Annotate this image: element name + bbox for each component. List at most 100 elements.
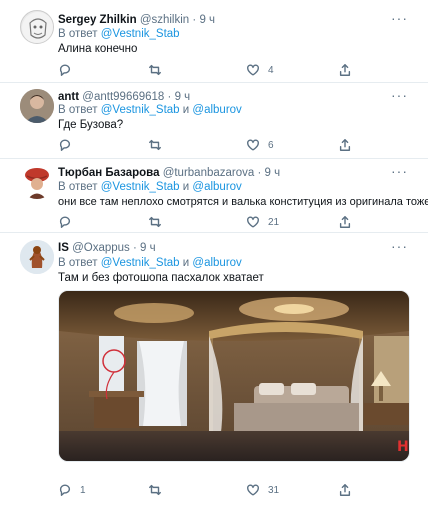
user-handle[interactable]: @antt99669618 xyxy=(82,91,164,103)
avatar[interactable] xyxy=(20,165,54,199)
timestamp[interactable]: 9 ч xyxy=(175,91,191,103)
like-count: 6 xyxy=(268,139,274,151)
tweet[interactable]: IS @Oxappus · 9 ч ··· В ответ @Vestnik_S… xyxy=(0,233,428,507)
share-icon xyxy=(339,484,351,496)
user-handle[interactable]: @szhilkin xyxy=(140,14,189,26)
reply-prefix: В ответ xyxy=(58,104,98,116)
share-button[interactable] xyxy=(338,137,352,153)
reply-button[interactable]: 1 xyxy=(58,482,86,498)
tweet-header: Тюрбан Базарова @turbanbazarova · 9 ч xyxy=(58,167,280,179)
avatar-image xyxy=(20,240,54,274)
separator-dot: · xyxy=(192,14,197,26)
tweet-actions: 21 xyxy=(58,214,358,230)
tweet-actions: 6 xyxy=(58,137,358,153)
display-name[interactable]: Тюрбан Базарова xyxy=(58,167,159,179)
tweet[interactable]: Sergey Zhilkin @szhilkin · 9 ч ··· В отв… xyxy=(0,0,428,83)
share-button[interactable] xyxy=(338,482,352,498)
user-handle[interactable]: @Oxappus xyxy=(72,242,130,254)
reply-context: В ответ @Vestnik_Stab и @alburov xyxy=(58,257,242,269)
mention-link[interactable]: @alburov xyxy=(192,104,241,116)
mention-link[interactable]: @Vestnik_Stab xyxy=(101,104,180,116)
heart-icon xyxy=(247,484,259,496)
tweet-photo[interactable]: Н xyxy=(58,290,410,462)
heart-icon xyxy=(247,216,259,228)
display-name[interactable]: antt xyxy=(58,91,79,103)
avatar[interactable] xyxy=(20,89,54,123)
like-count: 31 xyxy=(268,484,280,496)
user-handle[interactable]: @turbanbazarova xyxy=(163,167,255,179)
display-name[interactable]: IS xyxy=(58,242,69,254)
like-button[interactable]: 31 xyxy=(246,482,279,498)
tweet-header: IS @Oxappus · 9 ч xyxy=(58,242,156,254)
reply-icon xyxy=(59,216,71,228)
like-button[interactable]: 6 xyxy=(246,137,274,153)
reply-icon xyxy=(59,484,71,496)
share-button[interactable] xyxy=(338,62,352,78)
retweet-button[interactable] xyxy=(148,214,162,230)
reply-button[interactable] xyxy=(58,214,72,230)
share-icon xyxy=(339,64,351,76)
mention-link[interactable]: @Vestnik_Stab xyxy=(101,257,180,269)
reply-conjunction: и xyxy=(182,181,190,193)
reply-icon xyxy=(59,139,71,151)
tweet[interactable]: antt @antt99669618 · 9 ч ··· В ответ @Ve… xyxy=(0,83,428,159)
reply-conjunction: и xyxy=(182,104,190,116)
retweet-button[interactable] xyxy=(148,62,162,78)
share-icon xyxy=(339,216,351,228)
mention-link[interactable]: @Vestnik_Stab xyxy=(101,28,180,40)
share-button[interactable] xyxy=(338,214,352,230)
tweet-actions: 4 xyxy=(58,62,358,78)
retweet-button[interactable] xyxy=(148,482,162,498)
avatar-image xyxy=(20,89,54,123)
tweet-text: они все там неплохо смотрятся и валька к… xyxy=(58,196,428,208)
more-options-icon[interactable]: ··· xyxy=(391,163,408,179)
separator-dot: · xyxy=(132,242,137,254)
retweet-icon xyxy=(149,139,161,151)
reply-prefix: В ответ xyxy=(58,28,98,40)
retweet-button[interactable] xyxy=(148,137,162,153)
tweet-header: antt @antt99669618 · 9 ч xyxy=(58,91,190,103)
tweet-text: Алина конечно xyxy=(58,43,138,55)
tweet-text: Где Бузова? xyxy=(58,119,124,131)
bedroom-photo-illustration: Н xyxy=(59,291,409,461)
separator-dot: · xyxy=(257,167,262,179)
display-name[interactable]: Sergey Zhilkin xyxy=(58,14,137,26)
reply-context: В ответ @Vestnik_Stab и @alburov xyxy=(58,181,242,193)
tweet-text: Там и без фотошопа пасхалок хватает xyxy=(58,272,264,284)
like-count: 21 xyxy=(268,216,280,228)
more-options-icon[interactable]: ··· xyxy=(391,238,408,254)
more-options-icon[interactable]: ··· xyxy=(391,87,408,103)
reply-button[interactable] xyxy=(58,137,72,153)
reply-count: 1 xyxy=(80,484,86,496)
avatar[interactable] xyxy=(20,10,54,44)
tweet-header: Sergey Zhilkin @szhilkin · 9 ч xyxy=(58,14,215,26)
share-icon xyxy=(339,139,351,151)
retweet-icon xyxy=(149,64,161,76)
mention-link[interactable]: @alburov xyxy=(192,181,241,193)
tweet[interactable]: Тюрбан Базарова @turbanbazarova · 9 ч ··… xyxy=(0,159,428,233)
like-button[interactable]: 21 xyxy=(246,214,279,230)
timestamp[interactable]: 9 ч xyxy=(199,14,215,26)
reply-context: В ответ @Vestnik_Stab xyxy=(58,28,180,40)
avatar-image xyxy=(22,12,53,43)
reply-conjunction: и xyxy=(182,257,190,269)
photo-watermark: Н xyxy=(397,439,409,455)
reply-prefix: В ответ xyxy=(58,181,98,193)
more-options-icon[interactable]: ··· xyxy=(391,10,408,26)
timestamp[interactable]: 9 ч xyxy=(265,167,281,179)
mention-link[interactable]: @Vestnik_Stab xyxy=(101,181,180,193)
reply-button[interactable] xyxy=(58,62,72,78)
timestamp[interactable]: 9 ч xyxy=(140,242,156,254)
reply-icon xyxy=(59,64,71,76)
retweet-icon xyxy=(149,216,161,228)
avatar[interactable] xyxy=(20,240,54,274)
tweet-actions: 1 31 xyxy=(58,482,358,498)
mention-link[interactable]: @alburov xyxy=(192,257,241,269)
heart-icon xyxy=(247,139,259,151)
avatar-image xyxy=(20,165,54,199)
heart-icon xyxy=(247,64,259,76)
like-button[interactable]: 4 xyxy=(246,62,274,78)
separator-dot: · xyxy=(167,91,172,103)
like-count: 4 xyxy=(268,64,274,76)
retweet-icon xyxy=(149,484,161,496)
